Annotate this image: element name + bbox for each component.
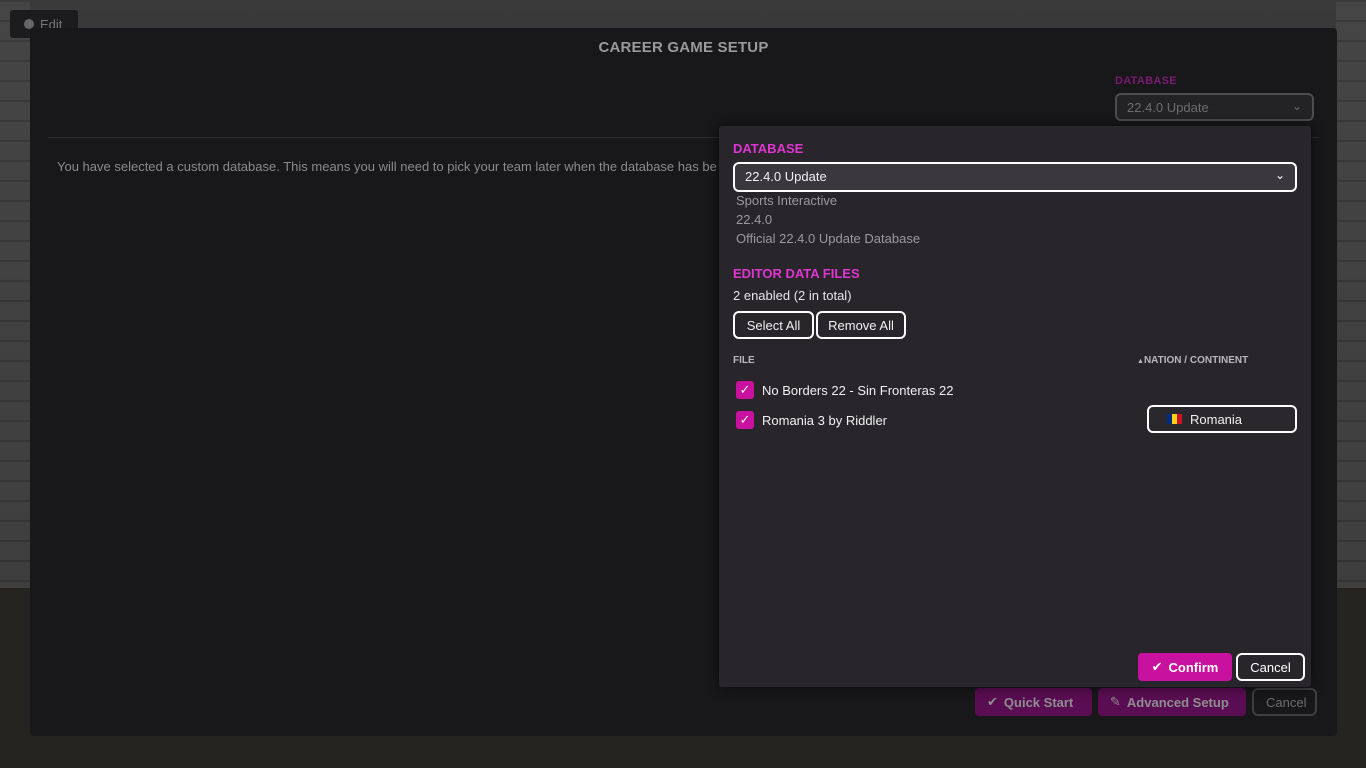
file-row[interactable]: ✓ Romania 3 by Riddler xyxy=(736,410,887,430)
background-wall-right xyxy=(1336,0,1366,600)
database-select[interactable]: 22.4.0 Update ⌄ xyxy=(1115,93,1314,121)
remove-all-button[interactable]: Remove All xyxy=(816,311,906,339)
nation-button-romania[interactable]: Romania xyxy=(1147,405,1297,433)
file-name: No Borders 22 - Sin Fronteras 22 xyxy=(762,382,954,398)
select-all-button[interactable]: Select All xyxy=(733,311,814,339)
quick-start-button[interactable]: ✔ Quick Start xyxy=(975,688,1092,716)
popup-cancel-button[interactable]: Cancel xyxy=(1236,653,1305,681)
database-select-value: 22.4.0 Update xyxy=(1127,100,1209,115)
cancel-button[interactable]: Cancel xyxy=(1252,688,1317,716)
popup-cancel-label: Cancel xyxy=(1250,659,1291,675)
database-label: DATABASE xyxy=(1115,75,1177,87)
check-icon: ✔ xyxy=(1151,659,1163,674)
confirm-button[interactable]: ✔ Confirm xyxy=(1138,653,1232,681)
background-wall-left xyxy=(0,0,30,600)
romania-flag-icon xyxy=(1167,414,1182,424)
file-row[interactable]: ✓ No Borders 22 - Sin Fronteras 22 xyxy=(736,380,953,400)
nation-label: Romania xyxy=(1190,411,1243,427)
database-popup: DATABASE 22.4.0 Update ⌄ Sports Interact… xyxy=(719,126,1311,687)
quick-start-label: Quick Start xyxy=(1003,694,1074,710)
file-column-header[interactable]: FILE xyxy=(733,355,755,366)
pencil-icon: ✎ xyxy=(1110,694,1121,709)
check-icon: ✔ xyxy=(987,694,998,709)
file-checkbox[interactable]: ✓ xyxy=(736,381,754,399)
nation-column-header[interactable]: ▲NATION / CONTINENT xyxy=(1137,355,1248,366)
chevron-down-icon: ⌄ xyxy=(1274,168,1285,182)
database-section-label: DATABASE xyxy=(733,141,804,156)
nation-column-label: NATION / CONTINENT xyxy=(1143,355,1249,366)
database-author: Sports Interactive xyxy=(736,193,838,208)
file-checkbox[interactable]: ✓ xyxy=(736,411,754,429)
popup-database-value: 22.4.0 Update xyxy=(745,169,827,184)
custom-database-message: You have selected a custom database. Thi… xyxy=(57,159,717,174)
database-version: 22.4.0 xyxy=(736,212,773,227)
remove-all-label: Remove All xyxy=(828,317,894,333)
page-title: CAREER GAME SETUP xyxy=(598,39,769,56)
database-description: Official 22.4.0 Update Database xyxy=(736,231,921,246)
advanced-setup-button[interactable]: ✎ Advanced Setup xyxy=(1098,688,1246,716)
select-all-label: Select All xyxy=(746,317,801,333)
sort-ascending-icon: ▲ xyxy=(1137,358,1144,365)
file-name: Romania 3 by Riddler xyxy=(762,412,888,428)
enabled-count: 2 enabled (2 in total) xyxy=(733,288,852,303)
confirm-label: Confirm xyxy=(1168,659,1219,675)
popup-database-select[interactable]: 22.4.0 Update ⌄ xyxy=(733,162,1297,192)
chevron-down-icon: ⌄ xyxy=(1291,99,1302,113)
advanced-setup-label: Advanced Setup xyxy=(1126,694,1229,710)
bottom-button-bar: ✔ Quick Start ✎ Advanced Setup Cancel xyxy=(975,688,1317,716)
editor-files-label: EDITOR DATA FILES xyxy=(733,266,860,281)
cancel-label: Cancel xyxy=(1266,694,1307,710)
